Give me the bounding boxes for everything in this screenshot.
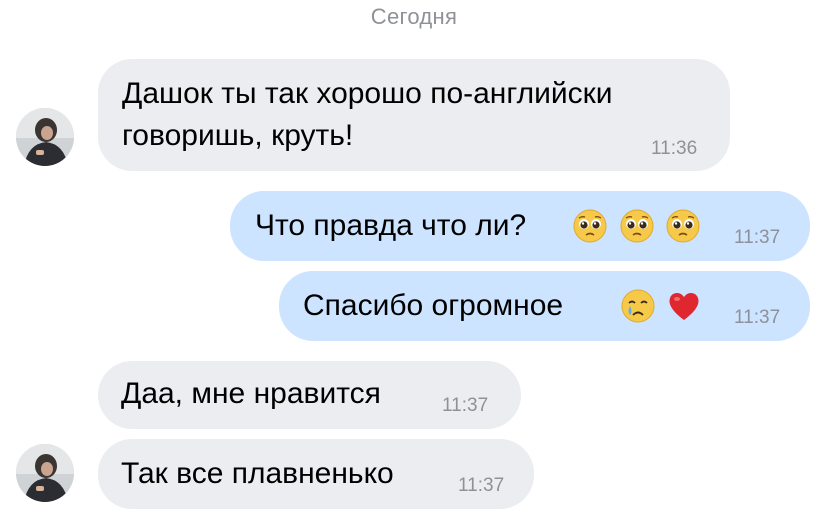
outgoing-message[interactable]: Спасибо огромное 11:37 (279, 271, 810, 341)
message-timestamp: 11:37 (734, 307, 781, 328)
chat-history: Сегодня Дашок ты так хорошо по-английски… (0, 0, 828, 525)
pleading-face-emoji (666, 209, 700, 243)
outgoing-message[interactable]: Что правда что ли? 11:37 (230, 191, 810, 261)
date-separator: Сегодня (370, 4, 458, 29)
avatar-photo (16, 108, 74, 166)
message-text: Даа, мне нравится (121, 377, 381, 410)
message-text: Что правда что ли? (255, 209, 527, 242)
contact-avatar[interactable] (16, 108, 74, 166)
message-text-line: Дашок ты так хорошо по-английски (122, 77, 613, 110)
incoming-message[interactable]: Дашок ты так хорошо по-английски говориш… (98, 59, 730, 171)
message-timestamp: 11:37 (734, 227, 781, 248)
message-timestamp: 11:37 (442, 395, 489, 416)
incoming-message[interactable]: Так все плавненько 11:37 (98, 439, 534, 509)
contact-avatar[interactable] (16, 444, 74, 502)
pleading-face-emoji (573, 209, 607, 243)
crying-face-emoji (621, 289, 655, 323)
message-text-line: говоришь, круть! (122, 119, 354, 152)
red-heart-emoji (669, 292, 699, 320)
message-text: Так все плавненько (121, 457, 394, 490)
message-timestamp: 11:37 (458, 475, 505, 496)
message-text: Спасибо огромное (303, 289, 564, 322)
incoming-message[interactable]: Даа, мне нравится 11:37 (98, 361, 521, 429)
avatar-photo (16, 444, 74, 502)
message-timestamp: 11:36 (651, 138, 698, 159)
pleading-face-emoji (620, 209, 654, 243)
